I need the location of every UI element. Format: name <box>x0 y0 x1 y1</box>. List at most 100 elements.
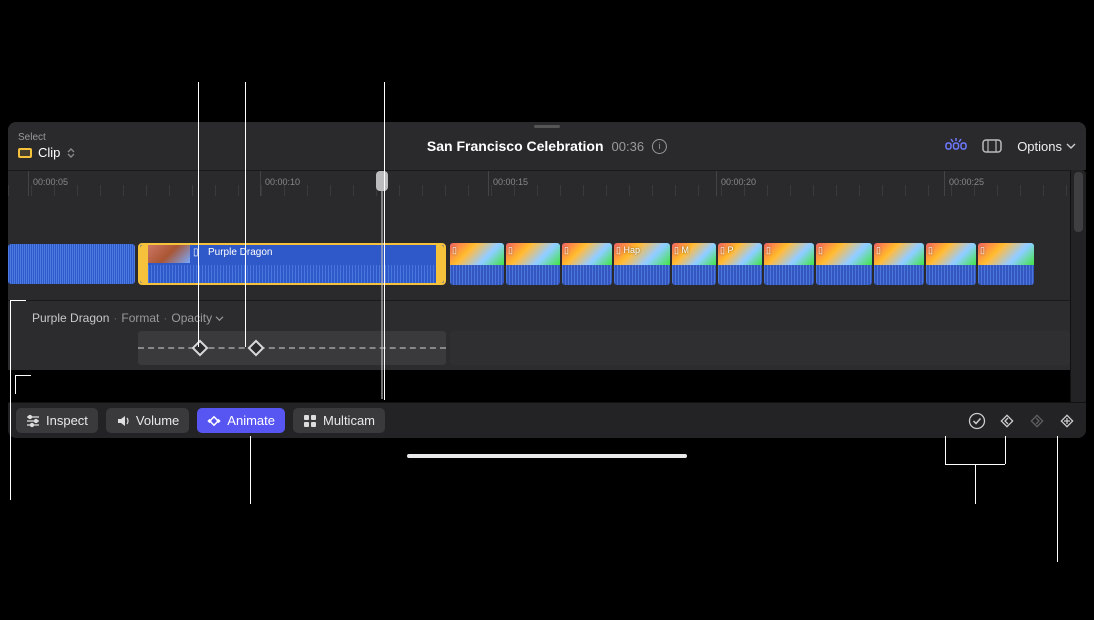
vertical-scrollbar[interactable] <box>1070 170 1086 404</box>
camera-icon: ▯ <box>508 245 513 256</box>
clip-label: ▯ P <box>720 245 733 256</box>
timeline-track-area: ▯ Purple Dragon ▯ ▯ ▯ ▯ Hap ▯ M ▯ P ▯ ▯ ▯ ▯ ▯ <box>8 196 1070 300</box>
leading-clip[interactable] <box>8 244 135 284</box>
clip-thumbnail <box>764 243 814 265</box>
timeline-clip[interactable]: ▯ <box>450 243 504 285</box>
timeline-clip[interactable]: ▯ <box>926 243 976 285</box>
keyframe-editor: Purple Dragon · Format · Opacity <box>8 300 1070 370</box>
timeline-clip[interactable]: ▯ <box>506 243 560 285</box>
timeline-clip[interactable]: ▯ <box>874 243 924 285</box>
clip-thumbnail <box>148 245 190 263</box>
timeline-clip[interactable]: ▯ M <box>672 243 716 285</box>
callout-line <box>245 82 246 347</box>
waveform-icon <box>816 265 872 285</box>
waveform-icon <box>506 265 560 285</box>
waveform-icon <box>978 265 1034 285</box>
multicam-label: Multicam <box>323 413 375 428</box>
waveform-icon <box>148 265 436 283</box>
clip-thumbnail <box>816 243 872 265</box>
clip-label: ▯ M <box>674 245 689 256</box>
clip-type-label: Clip <box>38 145 60 160</box>
add-keyframe-button[interactable] <box>1056 410 1078 432</box>
info-icon[interactable]: i <box>652 139 667 154</box>
timeline-header: Select Clip San Francisco Celebration 00… <box>8 122 1086 170</box>
timeline-clip[interactable]: ▯ P <box>718 243 762 285</box>
callout-line <box>15 375 31 376</box>
callout-line <box>384 82 385 400</box>
keyframe-breadcrumb[interactable]: Purple Dragon · Format · Opacity <box>32 311 224 325</box>
timeline-clip[interactable]: ▯ <box>764 243 814 285</box>
clip-type-dropdown[interactable]: Clip <box>18 145 76 160</box>
prev-keyframe-button[interactable] <box>996 410 1018 432</box>
inspect-label: Inspect <box>46 413 88 428</box>
home-indicator <box>407 454 687 458</box>
magnetic-icon[interactable] <box>945 137 967 155</box>
ruler-tick-label: 00:00:05 <box>33 177 68 187</box>
keyframe-diamond[interactable] <box>248 340 265 357</box>
clip-thumbnail <box>874 243 924 265</box>
clip-thumbnail <box>926 243 976 265</box>
waveform-icon <box>450 265 504 285</box>
waveform-icon <box>8 244 135 284</box>
ruler-major-tick: 00:00:05 <box>28 171 29 197</box>
separator-icon: · <box>163 311 167 325</box>
project-title: San Francisco Celebration <box>427 138 604 154</box>
waveform-icon <box>764 265 814 285</box>
checkmark-circle-icon[interactable] <box>966 410 988 432</box>
ruler-major-tick: 00:00:15 <box>488 171 489 197</box>
trim-handle-left[interactable] <box>140 245 148 283</box>
timeline-clip[interactable]: ▯ Hap <box>614 243 670 285</box>
clip-thumbnail <box>562 243 612 265</box>
drag-handle-icon[interactable] <box>534 125 560 128</box>
kf-format-link[interactable]: Format <box>121 311 159 325</box>
waveform-icon <box>926 265 976 285</box>
camera-icon: ▯ <box>452 245 457 256</box>
select-label: Select <box>18 132 76 143</box>
timeline-clip[interactable]: ▯ <box>816 243 872 285</box>
selected-clip-label: Purple Dragon <box>208 247 272 258</box>
callout-line <box>1005 436 1006 464</box>
waveform-icon <box>614 265 670 285</box>
project-duration: 00:36 <box>612 139 645 154</box>
waveform-icon <box>874 265 924 285</box>
keyframe-track-tail <box>450 331 1070 365</box>
camera-icon: ▯ <box>818 245 823 256</box>
playhead[interactable] <box>376 171 388 191</box>
volume-button[interactable]: Volume <box>106 408 189 433</box>
timeline-clip[interactable]: ▯ <box>978 243 1034 285</box>
storyboard-icon[interactable] <box>981 137 1003 155</box>
camera-icon: ▯ <box>564 245 569 256</box>
chevron-down-icon <box>1066 142 1076 150</box>
time-ruler[interactable]: 00:00:0500:00:1000:00:1500:00:2000:00:25 <box>8 170 1070 196</box>
next-keyframe-button[interactable] <box>1026 410 1048 432</box>
selected-clip[interactable]: ▯ Purple Dragon <box>138 243 446 285</box>
ruler-major-tick: 00:00:20 <box>716 171 717 197</box>
callout-line <box>198 82 199 347</box>
waveform-icon <box>718 265 762 285</box>
trim-handle-right[interactable] <box>436 245 444 283</box>
keyframe-diamond[interactable] <box>192 340 209 357</box>
callout-line <box>10 300 11 500</box>
inspect-button[interactable]: Inspect <box>16 408 98 433</box>
camera-icon: ▯ <box>766 245 771 256</box>
keyframe-icon <box>207 414 221 428</box>
animate-label: Animate <box>227 413 275 428</box>
multicam-button[interactable]: Multicam <box>293 408 385 433</box>
options-label: Options <box>1017 139 1062 154</box>
keyframe-value-line <box>138 347 446 349</box>
chevron-down-icon <box>215 315 224 322</box>
ruler-tick-label: 00:00:10 <box>265 177 300 187</box>
clip-thumbnail <box>450 243 504 265</box>
scrollbar-thumb[interactable] <box>1074 172 1083 232</box>
options-dropdown[interactable]: Options <box>1017 139 1076 154</box>
callout-line <box>1057 436 1058 562</box>
camera-icon: ▯ <box>928 245 933 256</box>
grid-icon <box>303 414 317 428</box>
keyframe-track[interactable] <box>138 331 446 365</box>
animate-button[interactable]: Animate <box>197 408 285 433</box>
callout-line <box>15 375 16 394</box>
kf-param-label: Opacity <box>171 311 212 325</box>
timeline-clip[interactable]: ▯ <box>562 243 612 285</box>
callout-line <box>10 300 26 301</box>
volume-label: Volume <box>136 413 179 428</box>
